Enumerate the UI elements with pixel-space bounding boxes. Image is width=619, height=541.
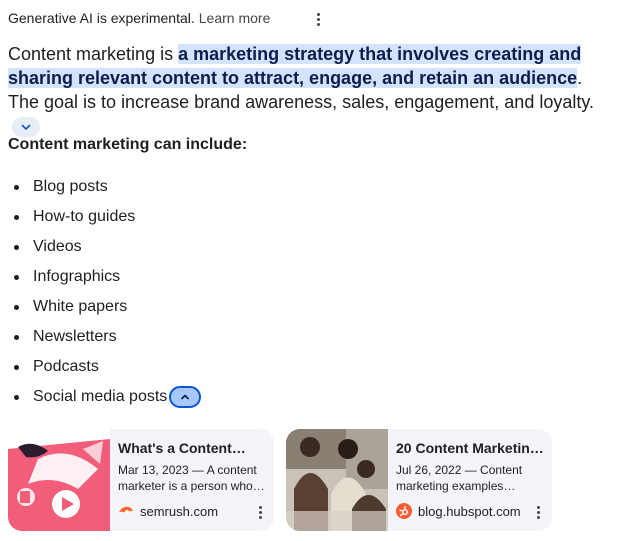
chevron-up-icon <box>181 394 190 400</box>
list-item: Blog posts <box>8 172 408 202</box>
source-card-hubspot[interactable]: 20 Content Marketin… Jul 26, 2022 — Cont… <box>286 429 552 531</box>
semrush-flame-icon <box>118 503 134 519</box>
source-title[interactable]: 20 Content Marketin… <box>396 440 544 458</box>
list-item: Newsletters <box>8 322 408 352</box>
source-snippet: Mar 13, 2023 — A content marketer is a p… <box>118 463 265 493</box>
intro-text-start: Content marketing is <box>8 44 179 64</box>
hubspot-sprocket-icon <box>396 503 412 519</box>
list-item-label: Podcasts <box>33 358 99 375</box>
bullet-icon <box>14 214 19 220</box>
expand-sources-button[interactable] <box>12 117 40 138</box>
bullet-icon <box>14 274 19 280</box>
article-thumbnail-image <box>286 429 388 531</box>
bullet-icon <box>14 394 19 400</box>
source-domain: semrush.com <box>140 503 219 519</box>
list-item: Videos <box>8 232 408 262</box>
list-item-label: Blog posts <box>33 178 108 195</box>
learn-more-link[interactable]: Learn more <box>199 10 271 26</box>
chevron-down-icon <box>21 124 31 131</box>
bullet-icon <box>14 364 19 370</box>
more-vert-icon[interactable] <box>252 504 268 520</box>
bullet-icon <box>14 184 19 190</box>
source-card-semrush[interactable]: What's a Content… Mar 13, 2023 — A conte… <box>8 429 274 531</box>
list-item-label: Social media posts <box>33 388 168 405</box>
bullet-icon <box>14 334 19 340</box>
list-item-label: How-to guides <box>33 208 136 225</box>
source-domain-row: semrush.com <box>118 503 218 519</box>
list-item: White papers <box>8 292 408 322</box>
ai-experimental-notice: Generative AI is experimental. Learn mor… <box>8 8 328 28</box>
list-item-label: Infographics <box>33 268 121 285</box>
bullet-icon <box>14 304 19 310</box>
list-item: Social media posts <box>8 382 408 412</box>
content-types-list: Blog posts How-to guides Videos Infograp… <box>8 172 408 412</box>
list-item-label: White papers <box>33 298 128 315</box>
collapse-sources-button[interactable] <box>169 386 202 408</box>
source-snippet: Jul 26, 2022 — Content marketing example… <box>396 463 523 493</box>
list-item: Podcasts <box>8 352 408 382</box>
source-domain: blog.hubspot.com <box>418 503 521 519</box>
list-item-label: Newsletters <box>33 328 117 345</box>
bullet-icon <box>14 244 19 250</box>
list-item: Infographics <box>8 262 408 292</box>
list-item-label: Videos <box>33 238 82 255</box>
more-vert-icon[interactable] <box>308 9 328 29</box>
article-thumbnail-image <box>8 429 110 531</box>
experimental-label: Generative AI is experimental. <box>8 10 195 26</box>
list-heading: Content marketing can include: <box>8 136 248 153</box>
source-title[interactable]: What's a Content… <box>118 440 266 458</box>
more-vert-icon[interactable] <box>530 504 546 520</box>
list-item: How-to guides <box>8 202 408 232</box>
source-domain-row: blog.hubspot.com <box>396 503 521 519</box>
overview-paragraph: Content marketing is a marketing strateg… <box>8 42 613 138</box>
